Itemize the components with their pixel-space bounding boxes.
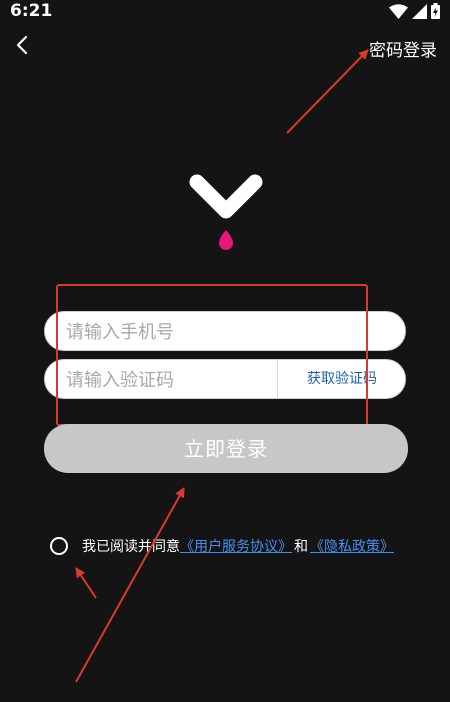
phone-input[interactable]	[64, 312, 388, 352]
get-code-button[interactable]: 获取验证码	[278, 360, 406, 398]
status-bar: 6:21	[0, 0, 450, 24]
battery-icon	[431, 3, 440, 19]
status-icons	[389, 3, 440, 19]
password-login-link[interactable]: 密码登录	[369, 36, 437, 61]
login-button[interactable]: 立即登录	[44, 424, 408, 473]
signal-icon	[412, 3, 427, 19]
agreement-text: 我已阅读并同意	[82, 539, 180, 555]
agreement-radio[interactable]	[50, 537, 68, 555]
wifi-icon	[389, 3, 408, 19]
app-logo-icon	[175, 150, 277, 252]
code-field: 获取验证码	[44, 359, 406, 400]
chevron-left-icon	[16, 35, 28, 55]
back-button[interactable]	[12, 34, 34, 56]
agreement-and-text: 和	[294, 539, 308, 555]
annotation-arrow	[75, 487, 185, 683]
annotation-arrow	[75, 567, 97, 599]
code-input[interactable]	[64, 360, 268, 400]
agreement-row: 我已阅读并同意 《用户服务协议》 和 《隐私政策》	[50, 536, 394, 556]
annotation-arrow	[286, 49, 369, 134]
status-time: 6:21	[10, 1, 53, 21]
phone-field	[44, 311, 406, 352]
annotation-box	[56, 284, 368, 426]
privacy-policy-link[interactable]: 《隐私政策》	[310, 536, 394, 556]
user-agreement-link[interactable]: 《用户服务协议》	[180, 536, 292, 556]
